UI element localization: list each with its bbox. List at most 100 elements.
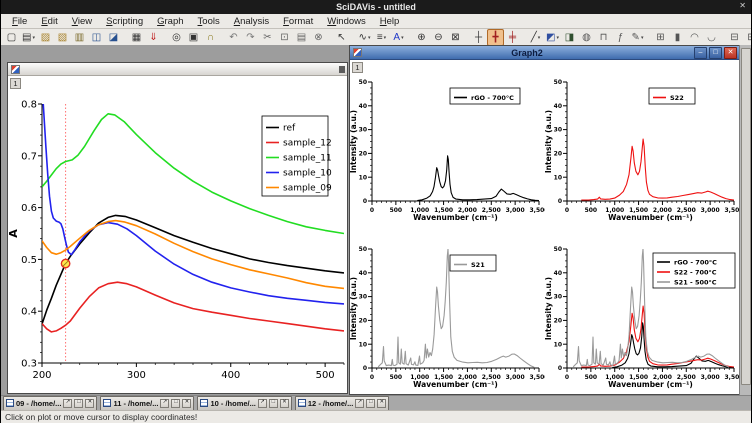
export-pdf-icon[interactable]: ⇓ [145, 29, 162, 46]
delete-icon[interactable]: ⊗ [310, 29, 327, 46]
plot-type-dropdown-icon[interactable]: ∿▾ [356, 29, 373, 46]
menu-help[interactable]: Help [373, 16, 407, 27]
add-equation-icon[interactable]: ƒ [612, 29, 629, 46]
svg-text:50: 50 [359, 246, 367, 253]
close-button[interactable]: ✕ [377, 399, 386, 408]
save-project-icon[interactable]: ◫ [88, 29, 105, 46]
menu-scripting[interactable]: Scripting [99, 16, 150, 27]
svg-text:200: 200 [32, 370, 51, 381]
menu-edit[interactable]: Edit [34, 16, 64, 27]
interpolate-icon[interactable]: ◠ [686, 29, 703, 46]
taskbar-tab-09[interactable]: 09 - /home/...↗□✕ [3, 396, 97, 411]
vertical-scrollbar[interactable] [739, 45, 751, 395]
data-reader-icon[interactable]: ╋ [487, 29, 504, 46]
menu-format[interactable]: Format [276, 16, 320, 27]
lock-toolbars-icon[interactable]: ∩ [202, 29, 219, 46]
restore-button[interactable]: ↗ [258, 399, 267, 408]
restore-button[interactable]: ↗ [63, 399, 72, 408]
svg-text:0.4: 0.4 [21, 307, 37, 318]
draw-line-dropdown-icon[interactable]: ╱▾ [527, 29, 544, 46]
cut-icon[interactable]: ✂ [259, 29, 276, 46]
graph2-titlebar[interactable]: Graph2 –□✕ [350, 46, 740, 60]
close-button[interactable]: ✕ [182, 399, 191, 408]
undo-icon[interactable]: ↶ [225, 29, 242, 46]
menu-graph[interactable]: Graph [150, 16, 190, 27]
raman-chart-s22[interactable]: 05001,0001,5002,0002,5003,0003,500010203… [545, 62, 740, 229]
new-project-icon[interactable]: ▢ [3, 29, 20, 46]
curve-style-dropdown-icon[interactable]: ≡▾ [373, 29, 390, 46]
layer-button[interactable]: 1 [352, 62, 363, 73]
raman-chart-combined[interactable]: 05001,0001,5002,0002,5003,0003,500010203… [545, 229, 740, 394]
zoom-out-icon[interactable]: ⊖ [430, 29, 447, 46]
uvvis-window-titlebar[interactable] [8, 63, 347, 76]
graph2-window[interactable]: Graph2 –□✕ 1 05001,0001,5002,0002,5003,0… [349, 45, 741, 395]
svg-text:10: 10 [554, 174, 562, 181]
draw-annotation-dropdown-icon[interactable]: ✎▾ [629, 29, 646, 46]
new-note-icon[interactable]: ▣ [185, 29, 202, 46]
print-icon[interactable]: ▦ [128, 29, 145, 46]
app-close-icon[interactable]: ✕ [739, 1, 746, 10]
text-tool-dropdown-icon[interactable]: A▾ [390, 29, 407, 46]
graph2-controls: –□✕ [692, 47, 737, 59]
taskbar-tab-10[interactable]: 10 - /home/...↗□✕ [197, 396, 291, 411]
maximize-button[interactable]: □ [74, 399, 83, 408]
app-titlebar[interactable]: SciDAVis - untitled ✕ [1, 0, 751, 14]
add-curve-dropdown-icon[interactable]: ◩▾ [544, 29, 561, 46]
plot-window-icon [353, 48, 362, 57]
screen-reader-icon[interactable]: ┼ [470, 29, 487, 46]
svg-text:sample_11: sample_11 [283, 154, 332, 164]
smooth-icon[interactable]: ◡ [703, 29, 720, 46]
scrollbar-thumb[interactable] [741, 48, 751, 385]
table-icon [200, 399, 208, 407]
find-window-icon[interactable]: ◎ [168, 29, 185, 46]
uvvis-chart[interactable]: 2003004005000.30.40.50.60.70.8Arefsample… [9, 86, 347, 391]
pointer-icon[interactable]: ↖ [333, 29, 350, 46]
maximize-button[interactable]: □ [709, 47, 722, 59]
maximize-button[interactable]: □ [269, 399, 278, 408]
taskbar-tab-12[interactable]: 12 - /home/...↗□✕ [295, 396, 389, 411]
paste-icon[interactable]: ▤ [293, 29, 310, 46]
maximize-button[interactable]: □ [366, 399, 375, 408]
new-aspect-dropdown-icon[interactable]: ▤▾ [20, 29, 37, 46]
save-template-icon[interactable]: ◪ [105, 29, 122, 46]
restore-button[interactable]: ↗ [355, 399, 364, 408]
taskbar-tab-11[interactable]: 11 - /home/...↗□✕ [100, 396, 194, 411]
zoom-in-icon[interactable]: ⊕ [413, 29, 430, 46]
glyph: ⊟ [730, 32, 738, 43]
close-button[interactable]: ✕ [280, 399, 289, 408]
raman-chart-s21[interactable]: 05001,0001,5002,0002,5003,0003,500010203… [350, 229, 545, 394]
close-button[interactable]: ✕ [724, 47, 737, 59]
copy-icon[interactable]: ⊡ [276, 29, 293, 46]
close-button[interactable]: ✕ [85, 399, 94, 408]
contour-icon[interactable]: ⊞ [652, 29, 669, 46]
minimize-button[interactable]: – [694, 47, 707, 59]
uvvis-plot-window[interactable]: 1 2003004005000.30.40.50.60.70.8Arefsamp… [7, 62, 348, 394]
dropdown-arrow-icon: ▾ [401, 35, 404, 41]
restore-button[interactable]: ↗ [160, 399, 169, 408]
new-legend-icon[interactable]: ◍ [578, 29, 595, 46]
svg-text:30: 30 [554, 127, 562, 134]
layer-button[interactable]: 1 [10, 78, 21, 89]
menu-view[interactable]: View [65, 16, 99, 27]
menu-tools[interactable]: Tools [191, 16, 227, 27]
open-template-icon[interactable]: ▧ [54, 29, 71, 46]
open-project-icon[interactable]: ▨ [37, 29, 54, 46]
fit-page-icon[interactable]: ⊠ [447, 29, 464, 46]
add-layer-icon[interactable]: ⊞ [743, 29, 752, 46]
menu-file[interactable]: File [5, 16, 34, 27]
fill-area-icon[interactable]: ▮ [669, 29, 686, 46]
scidavis-window: SciDAVis - untitled ✕ FileEditViewScript… [0, 0, 752, 423]
redo-icon[interactable]: ↷ [242, 29, 259, 46]
window-menu-button[interactable] [339, 66, 345, 73]
menu-windows[interactable]: Windows [320, 16, 373, 27]
maximize-button[interactable]: □ [171, 399, 180, 408]
select-range-icon[interactable]: ╪ [504, 29, 521, 46]
menu-analysis[interactable]: Analysis [227, 16, 276, 27]
svg-text:10: 10 [359, 174, 367, 181]
exchange-axes-icon[interactable]: ⊟ [726, 29, 743, 46]
raman-chart-rgo[interactable]: 05001,0001,5002,0002,5003,0003,500010203… [350, 62, 545, 229]
glyph: ↶ [229, 32, 237, 43]
add-image-icon[interactable]: ◨ [561, 29, 578, 46]
add-timestamp-icon[interactable]: ⊓ [595, 29, 612, 46]
import-ascii-icon[interactable]: ▥ [71, 29, 88, 46]
